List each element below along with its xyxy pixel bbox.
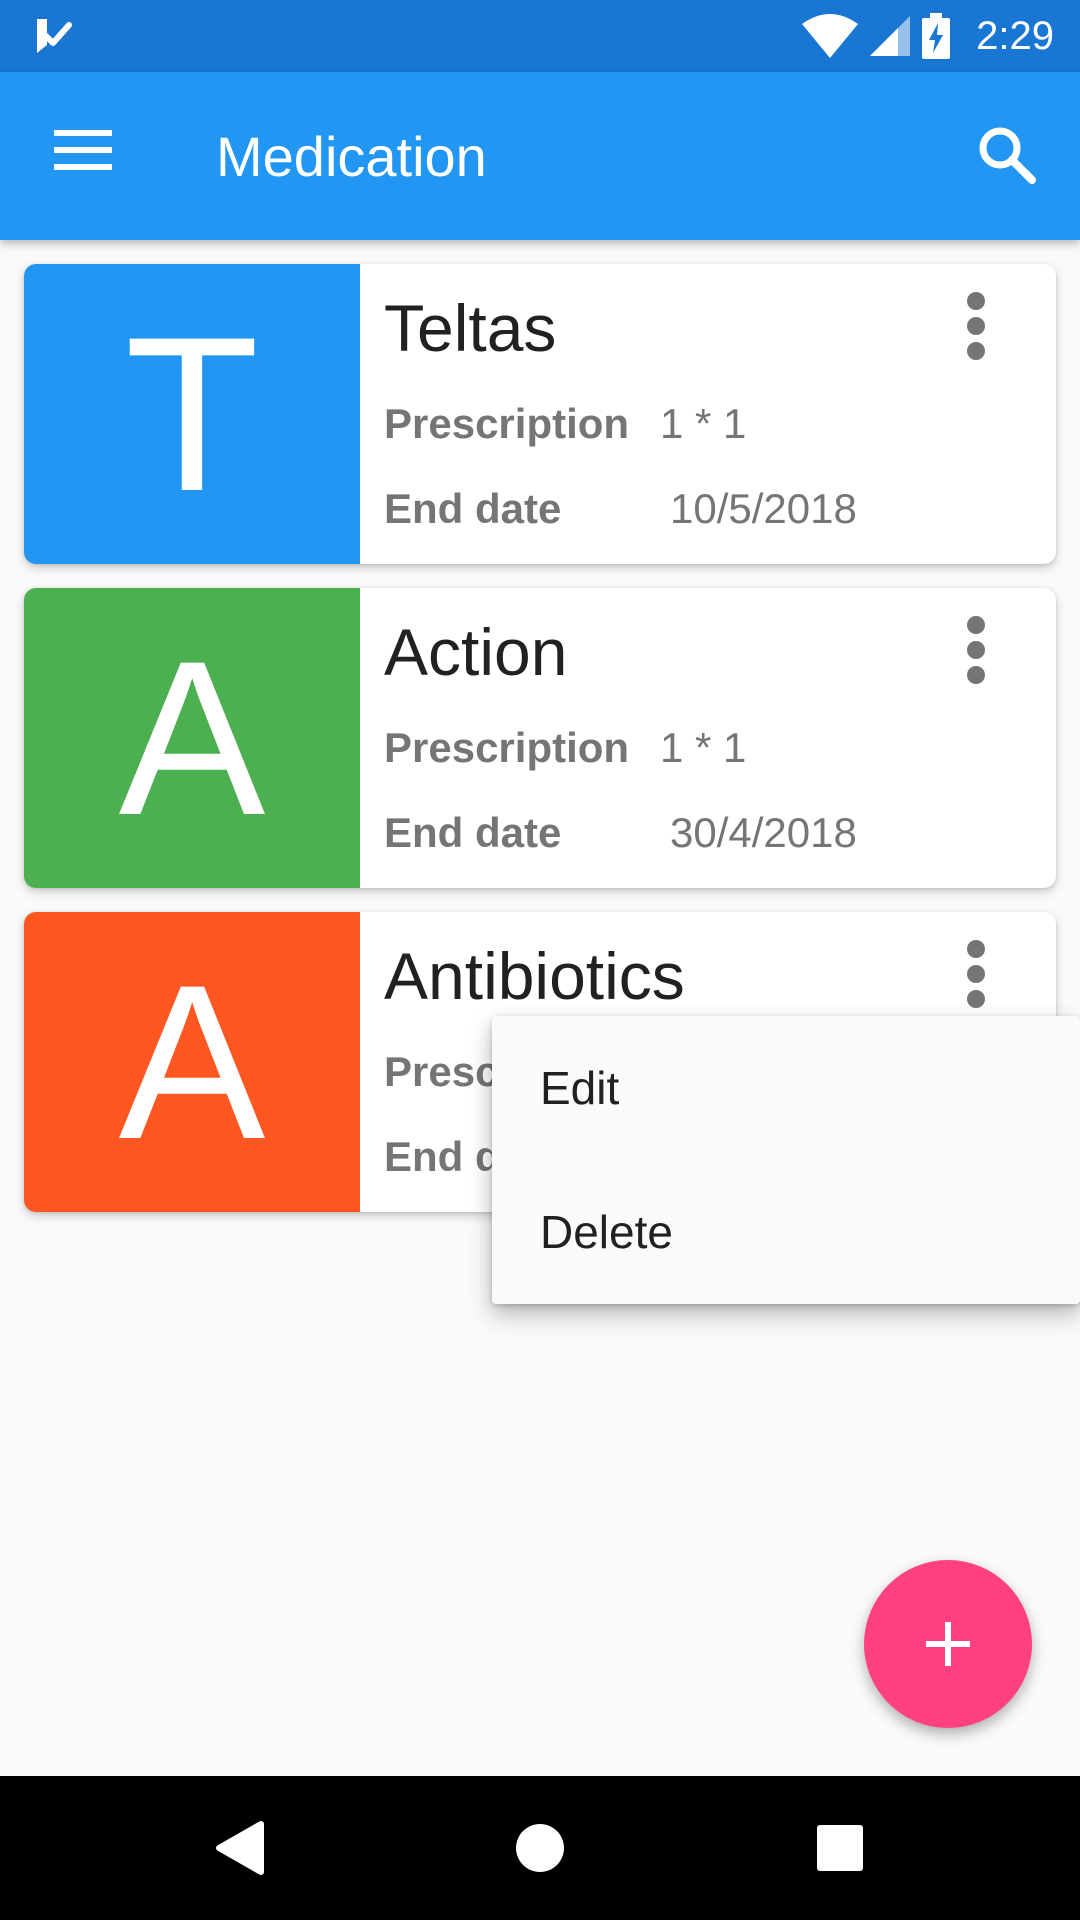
more-options-icon[interactable] [964, 292, 988, 360]
medication-name: Teltas [384, 291, 557, 365]
more-options-icon[interactable] [964, 616, 988, 684]
medication-name: Action [384, 615, 568, 689]
prescription-row: Prescription 1 * 1 [384, 724, 746, 772]
end-date-label: End date [384, 809, 562, 856]
medication-card[interactable]: T Teltas Prescription 1 * 1 End date 10/5/… [24, 264, 1056, 564]
medication-card[interactable]: A Action Prescription 1 * 1 End date 30/4/… [24, 588, 1056, 888]
end-date-row: End date 10/5/2018 [384, 485, 857, 533]
back-button[interactable] [200, 1808, 280, 1888]
prescription-label: Prescription [384, 400, 630, 447]
end-date-value: 10/5/2018 [670, 485, 857, 532]
search-icon[interactable] [976, 124, 1038, 186]
app-bar: Medication [0, 72, 1080, 240]
battery-charging-icon [922, 13, 951, 59]
menu-icon[interactable] [54, 128, 112, 172]
status-icons: 2:29 [802, 0, 1054, 72]
medication-initial: A [118, 614, 266, 861]
menu-item-edit[interactable]: Edit [492, 1016, 1080, 1160]
notification-check-icon [37, 19, 72, 53]
cell-signal-icon [870, 16, 911, 56]
prescription-value: 1 * 1 [660, 724, 747, 771]
prescription-value: 1 * 1 [660, 400, 747, 447]
medication-initial-tile: T [24, 264, 360, 564]
context-menu: Edit Delete [492, 1016, 1080, 1304]
medication-initial-tile: A [24, 588, 360, 888]
status-time: 2:29 [976, 13, 1054, 58]
navigation-bar [0, 1776, 1080, 1920]
back-icon [216, 1821, 264, 1875]
prescription-row: Prescription 1 * 1 [384, 400, 746, 448]
end-date-label: End date [384, 485, 562, 532]
end-date-value: 30/4/2018 [670, 809, 857, 856]
medication-initial-tile: A [24, 912, 360, 1212]
add-medication-button[interactable] [864, 1560, 1032, 1728]
end-date-row: End date 30/4/2018 [384, 809, 857, 857]
medication-initial: T [124, 290, 260, 537]
status-bar: 2:29 [0, 0, 1080, 72]
prescription-label: Prescription [384, 724, 630, 771]
home-icon [516, 1824, 564, 1872]
page-title: Medication [216, 125, 487, 188]
medication-name: Antibiotics [384, 939, 685, 1013]
home-button[interactable] [500, 1808, 580, 1888]
recents-button[interactable] [800, 1808, 880, 1888]
medication-initial: A [118, 938, 266, 1185]
recents-icon [817, 1825, 863, 1871]
menu-item-delete[interactable]: Delete [492, 1160, 1080, 1304]
add-icon [926, 1622, 970, 1666]
wifi-icon [802, 14, 859, 58]
more-options-icon[interactable] [964, 940, 988, 1008]
